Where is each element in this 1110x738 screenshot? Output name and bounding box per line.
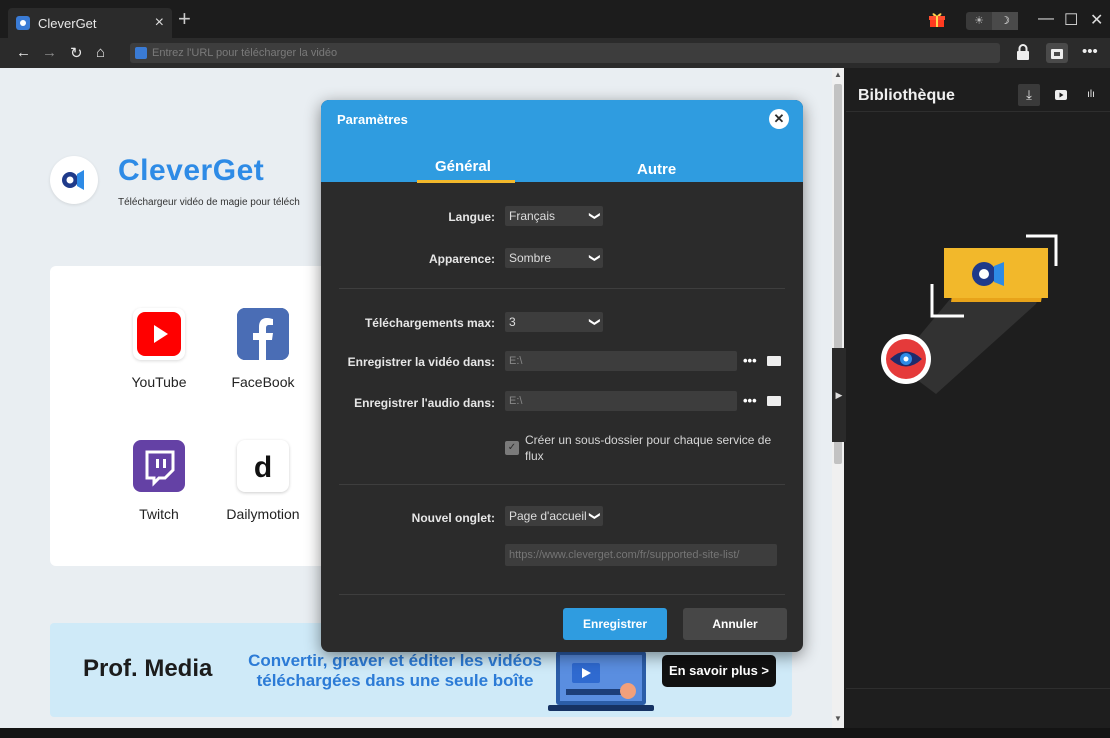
appearance-select[interactable]: Sombre ❯ [505,248,603,268]
site-favicon-icon [135,47,147,59]
url-bar [130,43,1000,63]
site-grid: YouTube FaceBook Twitch d Dailymotion [50,266,350,566]
section-divider [339,288,785,289]
library-panel: Bibliothèque ⤓ ılı [846,68,1110,728]
section-divider [339,594,785,595]
brand-name: CleverGet [118,154,265,187]
chevron-down-icon: ❯ [588,211,601,221]
facebook-icon [237,308,289,360]
browser-tab[interactable]: CleverGet × [8,8,172,38]
max-downloads-label: Téléchargements max: [364,316,495,330]
tagline: Téléchargeur vidéo de magie pour téléch [118,197,300,208]
scroll-up-icon[interactable]: ▲ [834,70,842,79]
site-label: Twitch [139,506,179,522]
library-title: Bibliothèque [858,87,955,104]
video-dir-input[interactable] [505,351,737,371]
browse-audio-dir-button[interactable]: ••• [743,393,757,408]
download-manager-icon[interactable] [1046,43,1068,63]
url-input[interactable] [152,43,992,63]
language-label: Langue: [448,210,495,224]
twitch-icon [133,440,185,492]
svg-text:d: d [254,451,272,484]
new-tab-value: Page d'accueil [509,509,587,523]
video-icon[interactable] [1050,84,1072,106]
folder-icon[interactable] [767,396,781,406]
status-strip [0,728,1110,738]
youtube-icon [133,308,185,360]
site-label: FaceBook [231,374,295,390]
chevron-down-icon: ❯ [588,511,601,521]
new-tab-url-input[interactable] [505,544,777,566]
library-header: Bibliothèque ⤓ ılı [846,68,1110,112]
banner-promo-line: téléchargées dans une seule boîte [256,671,534,690]
title-bar: CleverGet × + ☀ ☽ — ☐ ✕ [0,0,1110,38]
site-label: YouTube [131,374,187,390]
audio-icon[interactable]: ılı [1080,84,1102,106]
audio-dir-input[interactable] [505,391,737,411]
back-icon[interactable]: ← [16,44,31,61]
new-tab-button[interactable]: + [178,8,191,30]
save-button[interactable]: Enregistrer [563,608,667,640]
empty-library-illustration-icon [881,234,1058,394]
site-youtube[interactable]: YouTube [114,308,204,390]
gift-icon[interactable] [928,10,946,28]
chevron-down-icon: ❯ [588,253,601,263]
subfolder-checkbox[interactable]: ✓ [505,441,519,455]
cancel-button[interactable]: Annuler [683,608,787,640]
forward-icon[interactable]: → [42,44,57,61]
home-icon[interactable]: ⌂ [96,44,105,61]
tab-close-icon[interactable]: × [155,14,164,32]
library-toggle-icon[interactable]: ▶ [832,348,846,442]
new-tab-label: Nouvel onglet: [411,511,495,525]
tab-title: CleverGet [38,15,97,31]
site-label: Dailymotion [226,506,300,522]
max-downloads-value: 3 [509,315,516,329]
video-dir-label: Enregistrer la vidéo dans: [347,355,495,369]
maximize-icon[interactable]: ☐ [1064,10,1078,30]
theme-toggle[interactable]: ☀ ☽ [966,12,1018,30]
light-theme-icon[interactable]: ☀ [966,12,992,30]
learn-more-button[interactable]: En savoir plus > [662,655,776,687]
tab-other[interactable]: Autre [637,161,676,178]
settings-title: Paramètres [337,112,408,127]
minimize-icon[interactable]: — [1038,10,1054,28]
scroll-down-icon[interactable]: ▼ [834,714,842,723]
cleverget-logo-icon [50,156,98,204]
dark-theme-icon[interactable]: ☽ [992,12,1018,30]
site-twitch[interactable]: Twitch [114,440,204,522]
new-tab-select[interactable]: Page d'accueil ❯ [505,506,603,526]
chevron-down-icon: ❯ [588,317,601,327]
browse-video-dir-button[interactable]: ••• [743,353,757,368]
site-facebook[interactable]: FaceBook [218,308,308,390]
language-select[interactable]: Français ❯ [505,206,603,226]
subfolder-label: Créer un sous-dossier pour chaque servic… [525,433,772,463]
banner-promo-line: Convertir, graver et éditer les vidéos [248,651,542,670]
address-bar: ← → ↻ ⌂ ••• [0,38,1110,68]
max-downloads-select[interactable]: 3 ❯ [505,312,603,332]
laptop-illustration-icon [548,651,654,711]
reload-icon[interactable]: ↻ [70,44,83,62]
download-icon[interactable]: ⤓ [1018,84,1040,106]
section-divider [339,484,785,485]
audio-dir-label: Enregistrer l'audio dans: [354,396,495,410]
settings-header: Paramètres ✕ Général Autre [321,100,803,183]
active-tab-indicator [417,180,515,183]
close-window-icon[interactable]: ✕ [1090,10,1103,30]
language-value: Français [509,209,556,223]
banner-title: Prof. Media [83,655,213,682]
tab-general[interactable]: Général [435,158,491,175]
close-icon[interactable]: ✕ [769,109,789,129]
appearance-label: Apparence: [428,252,495,266]
settings-dialog: Paramètres ✕ Général Autre Langue: Franç… [321,100,803,652]
library-footer-divider [846,688,1110,689]
banner-promo: Convertir, graver et éditer les vidéos t… [245,651,545,691]
cleverget-favicon-icon [16,16,30,30]
more-menu-icon[interactable]: ••• [1082,43,1098,60]
lock-icon[interactable] [1016,44,1030,61]
dailymotion-icon: d [237,440,289,492]
appearance-value: Sombre [509,251,552,265]
site-dailymotion[interactable]: d Dailymotion [218,440,308,522]
folder-icon[interactable] [767,356,781,366]
